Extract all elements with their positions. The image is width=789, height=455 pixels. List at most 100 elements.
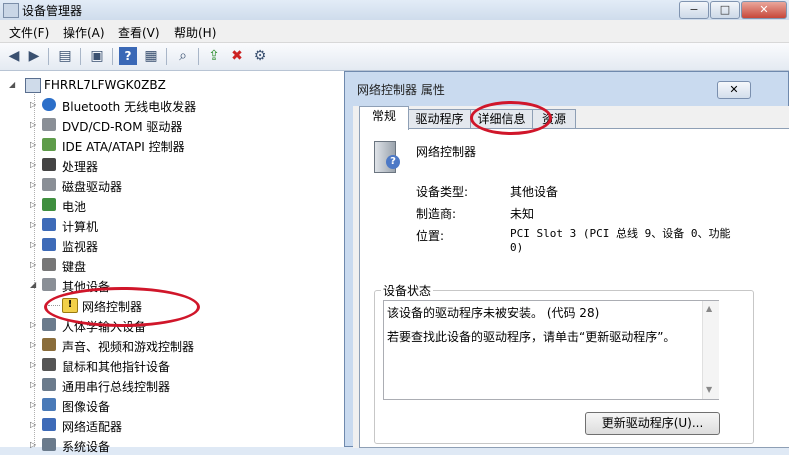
expand-icon[interactable]: ▷ [30,320,36,329]
properties-dialog: 网络控制器 属性 ✕ 常规 驱动程序 详细信息 资源 ? 网络控制器 设备类型:… [344,71,789,448]
toolbar-separator [80,48,81,65]
collapse-icon[interactable]: ◢ [9,80,15,89]
tree-category[interactable]: ▷ 磁盘驱动器 [0,175,344,195]
disable-icon[interactable]: ✖ [228,47,246,65]
update-driver-icon[interactable]: ⇪ [205,47,223,65]
window-title: 设备管理器 [22,4,83,18]
dialog-title: 网络控制器 属性 [357,83,445,97]
expand-icon[interactable]: ▷ [30,440,36,449]
toolbar: ◀ ▶ ▤ ▣ ? ▦ ⌕ ⇪ ✖ ⚙ [0,43,789,71]
tree-item-label: 键盘 [62,260,87,274]
tree-item-label: 鼠标和其他指针设备 [62,360,171,374]
properties-icon[interactable]: ▣ [88,47,106,65]
scroll-down-icon[interactable]: ▼ [706,385,712,394]
tree-item-label: 计算机 [62,220,99,234]
close-button[interactable]: ✕ [741,1,787,19]
tree-category[interactable]: ▷ 计算机 [0,215,344,235]
disk-drive-icon [42,178,56,191]
camera-icon [42,398,56,411]
tab-driver[interactable]: 驱动程序 [408,109,471,129]
expand-icon[interactable]: ▷ [30,100,36,109]
expand-icon[interactable]: ▷ [30,120,36,129]
forward-icon[interactable]: ▶ [25,47,43,65]
expand-icon[interactable]: ▷ [30,180,36,189]
manufacturer-value: 未知 [510,207,535,221]
tree-category[interactable]: ▷ Bluetooth 无线电收发器 [0,95,344,115]
show-hide-tree-icon[interactable]: ▤ [56,47,74,65]
computer-icon [42,218,56,231]
expand-icon[interactable]: ▷ [30,160,36,169]
expand-icon[interactable]: ▷ [30,380,36,389]
toolbar-separator [166,48,167,65]
maximize-button[interactable]: □ [710,1,740,19]
tree-category[interactable]: ▷ DVD/CD-ROM 驱动器 [0,115,344,135]
device-type-value: 其他设备 [510,185,559,199]
tree-category[interactable]: ▷ 网络适配器 [0,415,344,435]
monitor-icon [42,238,56,251]
scan-icon[interactable]: ⌕ [174,47,192,65]
tree-category[interactable]: ▷ 电池 [0,195,344,215]
annotation-ellipse-details-tab [470,101,552,135]
help-icon[interactable]: ? [119,47,137,65]
dvd-drive-icon [42,118,56,131]
collapse-icon[interactable]: ◢ [30,280,36,289]
menu-file[interactable]: 文件(F) [9,24,49,41]
device-type-label: 设备类型: [416,185,469,199]
expand-icon[interactable]: ▷ [30,360,36,369]
toolbar-separator [48,48,49,65]
tree-item-label: DVD/CD-ROM 驱动器 [62,120,183,134]
device-status-textbox[interactable]: 该设备的驱动程序未被安装。 (代码 28) 若要查找此设备的驱动程序，请单击“更… [383,300,719,400]
expand-icon[interactable]: ▷ [30,420,36,429]
tree-item-label: 处理器 [62,160,99,174]
back-icon[interactable]: ◀ [5,47,23,65]
device-tree: ◢ FHRRL7LFWGK0ZBZ ▷ Bluetooth 无线电收发器 ▷ DVD/… [0,71,344,454]
expand-icon[interactable]: ▷ [30,200,36,209]
hid-icon [42,318,56,331]
tree-category[interactable]: ▷ 鼠标和其他指针设备 [0,355,344,375]
mouse-icon [42,358,56,371]
usb-icon [42,378,56,391]
tree-category[interactable]: ▷ 处理器 [0,155,344,175]
expand-icon[interactable]: ▷ [30,220,36,229]
manufacturer-label: 制造商: [416,207,457,221]
view-icon[interactable]: ▦ [142,47,160,65]
tree-item-label: 电池 [62,200,87,214]
expand-icon[interactable]: ▷ [30,260,36,269]
tree-item-label: IDE ATA/ATAPI 控制器 [62,140,185,154]
audio-icon [42,338,56,351]
status-scrollbar[interactable]: ▲ ▼ [702,301,719,399]
expand-icon[interactable]: ▷ [30,240,36,249]
minimize-button[interactable]: − [679,1,709,19]
other-devices-icon [42,278,56,291]
update-driver-button[interactable]: 更新驱动程序(U)... [585,412,720,435]
tree-category[interactable]: ▷ 声音、视频和游戏控制器 [0,335,344,355]
menu-help[interactable]: 帮助(H) [174,24,216,41]
scroll-up-icon[interactable]: ▲ [706,304,712,313]
dialog-close-button[interactable]: ✕ [717,81,751,99]
menu-view[interactable]: 查看(V) [118,24,160,41]
toolbar-separator [198,48,199,65]
tree-item-label: 声音、视频和游戏控制器 [62,340,195,354]
tree-root-label: FHRRL7LFWGK0ZBZ [44,78,166,92]
menu-action[interactable]: 操作(A) [63,24,105,41]
tree-item-label: 图像设备 [62,400,111,414]
tree-root[interactable]: ◢ FHRRL7LFWGK0ZBZ [0,75,344,95]
tree-category[interactable]: ▷ IDE ATA/ATAPI 控制器 [0,135,344,155]
tree-category[interactable]: ▷ 键盘 [0,255,344,275]
expand-icon[interactable]: ▷ [30,400,36,409]
tree-item-label: 磁盘驱动器 [62,180,123,194]
expand-icon[interactable]: ▷ [30,340,36,349]
device-name: 网络控制器 [416,145,477,159]
network-adapter-icon [42,418,56,431]
tree-category[interactable]: ▷ 监视器 [0,235,344,255]
location-label: 位置: [416,229,445,243]
location-value: PCI Slot 3 (PCI 总线 9、设备 0、功能 0) [510,227,731,254]
tree-category[interactable]: ▷ 系统设备 [0,435,344,455]
uninstall-icon[interactable]: ⚙ [251,47,269,65]
tree-item-label: 通用串行总线控制器 [62,380,171,394]
expand-icon[interactable]: ▷ [30,140,36,149]
device-manager-icon [3,3,19,18]
tab-general[interactable]: 常规 [359,106,409,130]
tree-category[interactable]: ▷ 通用串行总线控制器 [0,375,344,395]
tree-category[interactable]: ▷ 图像设备 [0,395,344,415]
